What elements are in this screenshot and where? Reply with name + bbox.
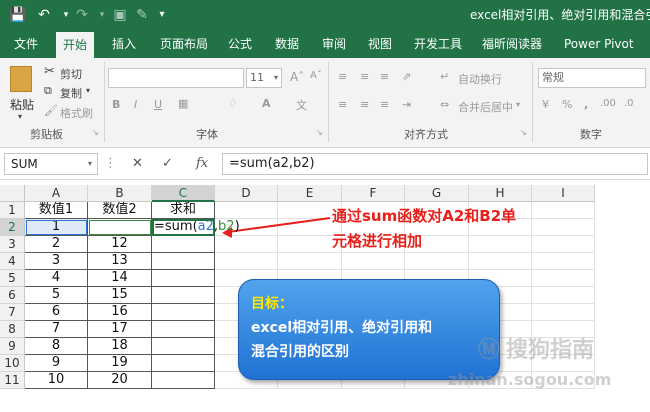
goal-note-line-2: 混合引用的区别 <box>251 344 349 360</box>
annotation-line-1: 通过sum函数对A2和B2单 <box>332 207 517 225</box>
annotation-text: 通过sum函数对A2和B2单 元格进行相加 <box>332 204 516 254</box>
watermark-url: zhinan.sogou.com <box>448 370 612 389</box>
goal-note-line-1: excel相对引用、绝对引用和 <box>251 320 433 336</box>
annotation-line-2: 元格进行相加 <box>332 232 423 250</box>
edit-ref-a2: a2 <box>197 219 214 234</box>
watermark-logo-icon: Ⓜ <box>478 338 501 363</box>
edit-text-prefix: =sum( <box>154 219 198 234</box>
watermark-brand: 搜狗指南 <box>506 338 595 363</box>
edit-ref-b2: b2 <box>218 219 235 234</box>
goal-note-bubble: 目标： excel相对引用、绝对引用和 混合引用的区别 <box>238 279 500 380</box>
goal-note-title: 目标： <box>251 296 293 312</box>
edit-text-suffix: ) <box>234 219 240 234</box>
cell-c2[interactable]: =sum(a2,b2) <box>152 219 240 236</box>
